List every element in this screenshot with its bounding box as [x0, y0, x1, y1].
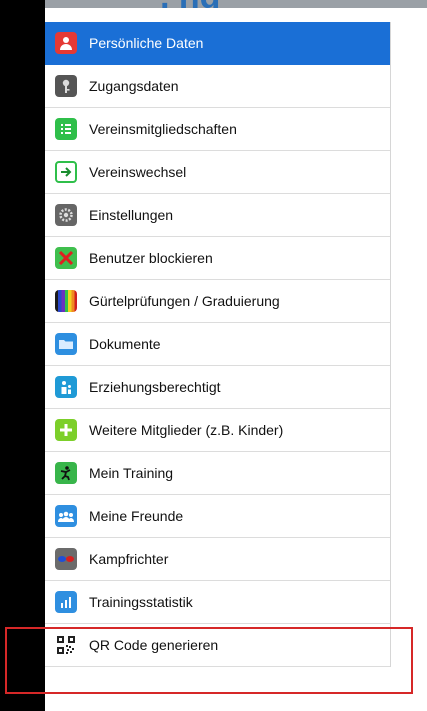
- referee-icon: [55, 548, 77, 570]
- menu-item-persoenliche-daten[interactable]: Persönliche Daten: [45, 22, 390, 65]
- menu-item-label: Benutzer blockieren: [89, 250, 213, 266]
- menu-item-meine-freunde[interactable]: Meine Freunde: [45, 495, 390, 538]
- block-x-icon: [55, 247, 77, 269]
- menu-item-label: Mein Training: [89, 465, 174, 481]
- menu-item-dokumente[interactable]: Dokumente: [45, 323, 390, 366]
- menu-item-guertelpruefungen[interactable]: Gürtelprüfungen / Graduierung: [45, 280, 390, 323]
- menu-item-trainingsstatistik[interactable]: Trainingsstatistik: [45, 581, 390, 624]
- menu-item-mein-training[interactable]: Mein Training: [45, 452, 390, 495]
- menu-item-label: Vereinswechsel: [89, 164, 187, 180]
- menu-item-kampfrichter[interactable]: Kampfrichter: [45, 538, 390, 581]
- menu-item-label: Zugangsdaten: [89, 78, 179, 94]
- menu-item-einstellungen[interactable]: Einstellungen: [45, 194, 390, 237]
- bar-chart-icon: [55, 591, 77, 613]
- menu-item-label: Trainingsstatistik: [89, 594, 193, 610]
- menu-item-weitere-mitglieder[interactable]: Weitere Mitglieder (z.B. Kinder): [45, 409, 390, 452]
- menu-item-label: Vereinsmitgliedschaften: [89, 121, 237, 137]
- left-black-bar: [0, 0, 45, 711]
- menu-item-label: Meine Freunde: [89, 508, 184, 524]
- menu-item-label: Dokumente: [89, 336, 161, 352]
- gear-icon: [55, 204, 77, 226]
- menu-item-label: Einstellungen: [89, 207, 174, 223]
- arrow-right-box-icon: [55, 161, 77, 183]
- menu-item-label: Erziehungsberechtigt: [89, 379, 221, 395]
- header-title: , ng: [160, 0, 220, 8]
- belt-colors-icon: [55, 290, 77, 312]
- menu-item-label: QR Code generieren: [89, 637, 219, 653]
- qr-code-icon: [55, 634, 77, 656]
- menu-item-zugangsdaten[interactable]: Zugangsdaten: [45, 65, 390, 108]
- top-header-strip: , ng: [45, 0, 427, 8]
- profile-menu: Persönliche Daten Zugangsdaten Vereinsmi…: [45, 22, 391, 667]
- parent-child-icon: [55, 376, 77, 398]
- menu-item-benutzer-blockieren[interactable]: Benutzer blockieren: [45, 237, 390, 280]
- person-icon: [55, 32, 77, 54]
- menu-item-vereinsmitgliedschaften[interactable]: Vereinsmitgliedschaften: [45, 108, 390, 151]
- folder-icon: [55, 333, 77, 355]
- training-figure-icon: [55, 462, 77, 484]
- key-icon: [55, 75, 77, 97]
- menu-item-erziehungsberechtigt[interactable]: Erziehungsberechtigt: [45, 366, 390, 409]
- friends-icon: [55, 505, 77, 527]
- menu-item-label: Weitere Mitglieder (z.B. Kinder): [89, 422, 284, 438]
- membership-list-icon: [55, 118, 77, 140]
- menu-item-label: Persönliche Daten: [89, 35, 204, 51]
- menu-item-qr-code-generieren[interactable]: QR Code generieren: [45, 624, 390, 667]
- menu-item-label: Gürtelprüfungen / Graduierung: [89, 293, 280, 309]
- menu-item-vereinswechsel[interactable]: Vereinswechsel: [45, 151, 390, 194]
- plus-icon: [55, 419, 77, 441]
- menu-item-label: Kampfrichter: [89, 551, 169, 567]
